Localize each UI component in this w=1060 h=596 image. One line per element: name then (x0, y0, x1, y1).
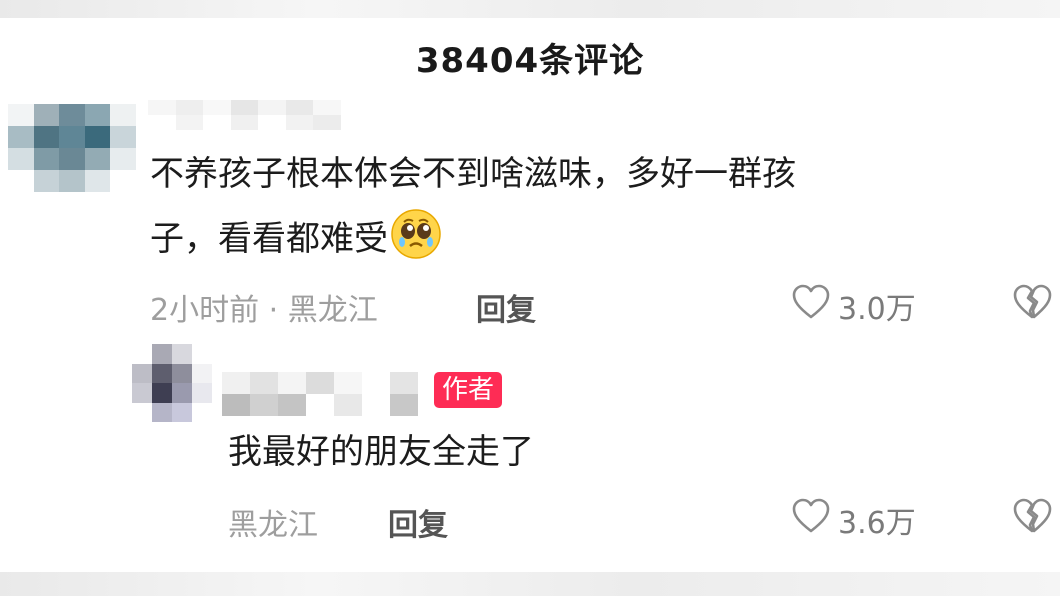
heart-icon (792, 284, 830, 328)
author-badge: 作者 (434, 372, 503, 408)
top-blur-band (0, 0, 1060, 18)
reply-reply-button[interactable]: 回复 (388, 500, 448, 544)
heart-icon (792, 498, 830, 542)
comment-text-line2-text: 子，看看都难受 (150, 219, 388, 259)
like-button[interactable]: 3.0万 (792, 284, 916, 328)
broken-heart-icon (1012, 498, 1052, 538)
pleading-face-icon (390, 208, 442, 273)
comment-count-title: 38404条评论 (415, 41, 645, 81)
reply-dislike-button[interactable] (1012, 498, 1052, 538)
comment-text-line2: 子，看看都难受 (150, 208, 442, 273)
reply-username-pixelated[interactable] (222, 372, 418, 416)
broken-heart-icon (1012, 284, 1052, 324)
reply-meta: 黑龙江 (228, 508, 318, 543)
comment-meta: 2小时前 · 黑龙江 (150, 293, 378, 328)
bottom-blur-band (0, 572, 1060, 596)
reply-like-button[interactable]: 3.6万 (792, 498, 916, 542)
reply-button[interactable]: 回复 (476, 285, 536, 329)
reply-like-count: 3.6万 (838, 506, 916, 541)
dislike-button[interactable] (1012, 284, 1052, 324)
avatar[interactable] (8, 104, 136, 192)
like-count: 3.0万 (838, 292, 916, 327)
reply-text: 我最好的朋友全走了 (228, 432, 534, 472)
username-pixelated[interactable] (148, 100, 368, 130)
reply-avatar[interactable] (132, 344, 212, 422)
comment-text-line1: 不养孩子根本体会不到啥滋味，多好一群孩 (150, 154, 796, 194)
